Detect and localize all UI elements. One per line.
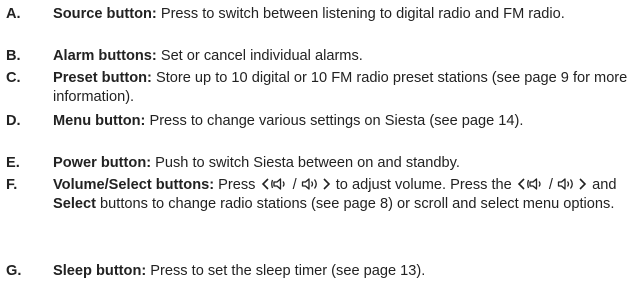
item-letter: B. <box>6 48 21 64</box>
item-body: Power button: Push to switch Siesta betw… <box>53 154 631 173</box>
item-letter: E. <box>6 155 20 171</box>
chevron-left-icon <box>261 178 269 190</box>
volume-up-icon <box>301 178 317 190</box>
item-body: Volume/Select buttons: Press / to adjust… <box>53 176 631 214</box>
item-term: Source button: <box>53 6 157 22</box>
item-description: to adjust volume. Press the <box>331 177 516 193</box>
select-label: Select <box>53 196 96 212</box>
item-body: Sleep button: Press to set the sleep tim… <box>53 262 631 281</box>
item-letter: D. <box>6 113 21 129</box>
slash-symbol: / <box>548 177 553 193</box>
item-letter: C. <box>6 70 21 86</box>
item-description: buttons to change radio stations (see pa… <box>96 196 615 212</box>
item-body: Alarm buttons: Set or cancel individual … <box>53 47 631 66</box>
volume-down-icon <box>526 178 541 190</box>
item-description: Press <box>214 177 260 193</box>
item-body: Preset button: Store up to 10 digital or… <box>53 69 631 107</box>
item-letter: A. <box>6 6 21 22</box>
volume-symbols: / <box>260 176 332 195</box>
volume-symbols: / <box>516 176 588 195</box>
volume-up-icon <box>557 178 573 190</box>
item-letter: F. <box>6 177 18 193</box>
item-term: Alarm buttons: <box>53 48 157 64</box>
item-description: Set or cancel individual alarms. <box>156 48 363 64</box>
item-term: Preset button: <box>53 70 152 86</box>
chevron-right-icon <box>323 178 330 190</box>
item-body: Menu button: Press to change various set… <box>53 112 631 131</box>
button-descriptions-list: A. Source button: Press to switch betwee… <box>0 0 636 293</box>
volume-down-icon <box>270 178 285 190</box>
item-term: Sleep button: <box>53 263 147 279</box>
item-description: Press to set the sleep timer (see page 1… <box>146 263 426 279</box>
item-term: Volume/Select buttons: <box>53 177 215 193</box>
item-description: Press to change various settings on Sies… <box>145 113 524 129</box>
slash-symbol: / <box>292 177 297 193</box>
item-description: Press to switch between listening to dig… <box>156 6 565 22</box>
item-letter: G. <box>6 263 22 279</box>
chevron-left-icon <box>517 178 525 190</box>
item-description: and <box>588 177 617 193</box>
item-term: Menu button: <box>53 113 146 129</box>
item-term: Power button: <box>53 155 152 171</box>
chevron-right-icon <box>579 178 587 190</box>
item-body: Source button: Press to switch between l… <box>53 5 631 24</box>
item-description: Push to switch Siesta between on and sta… <box>151 155 460 171</box>
